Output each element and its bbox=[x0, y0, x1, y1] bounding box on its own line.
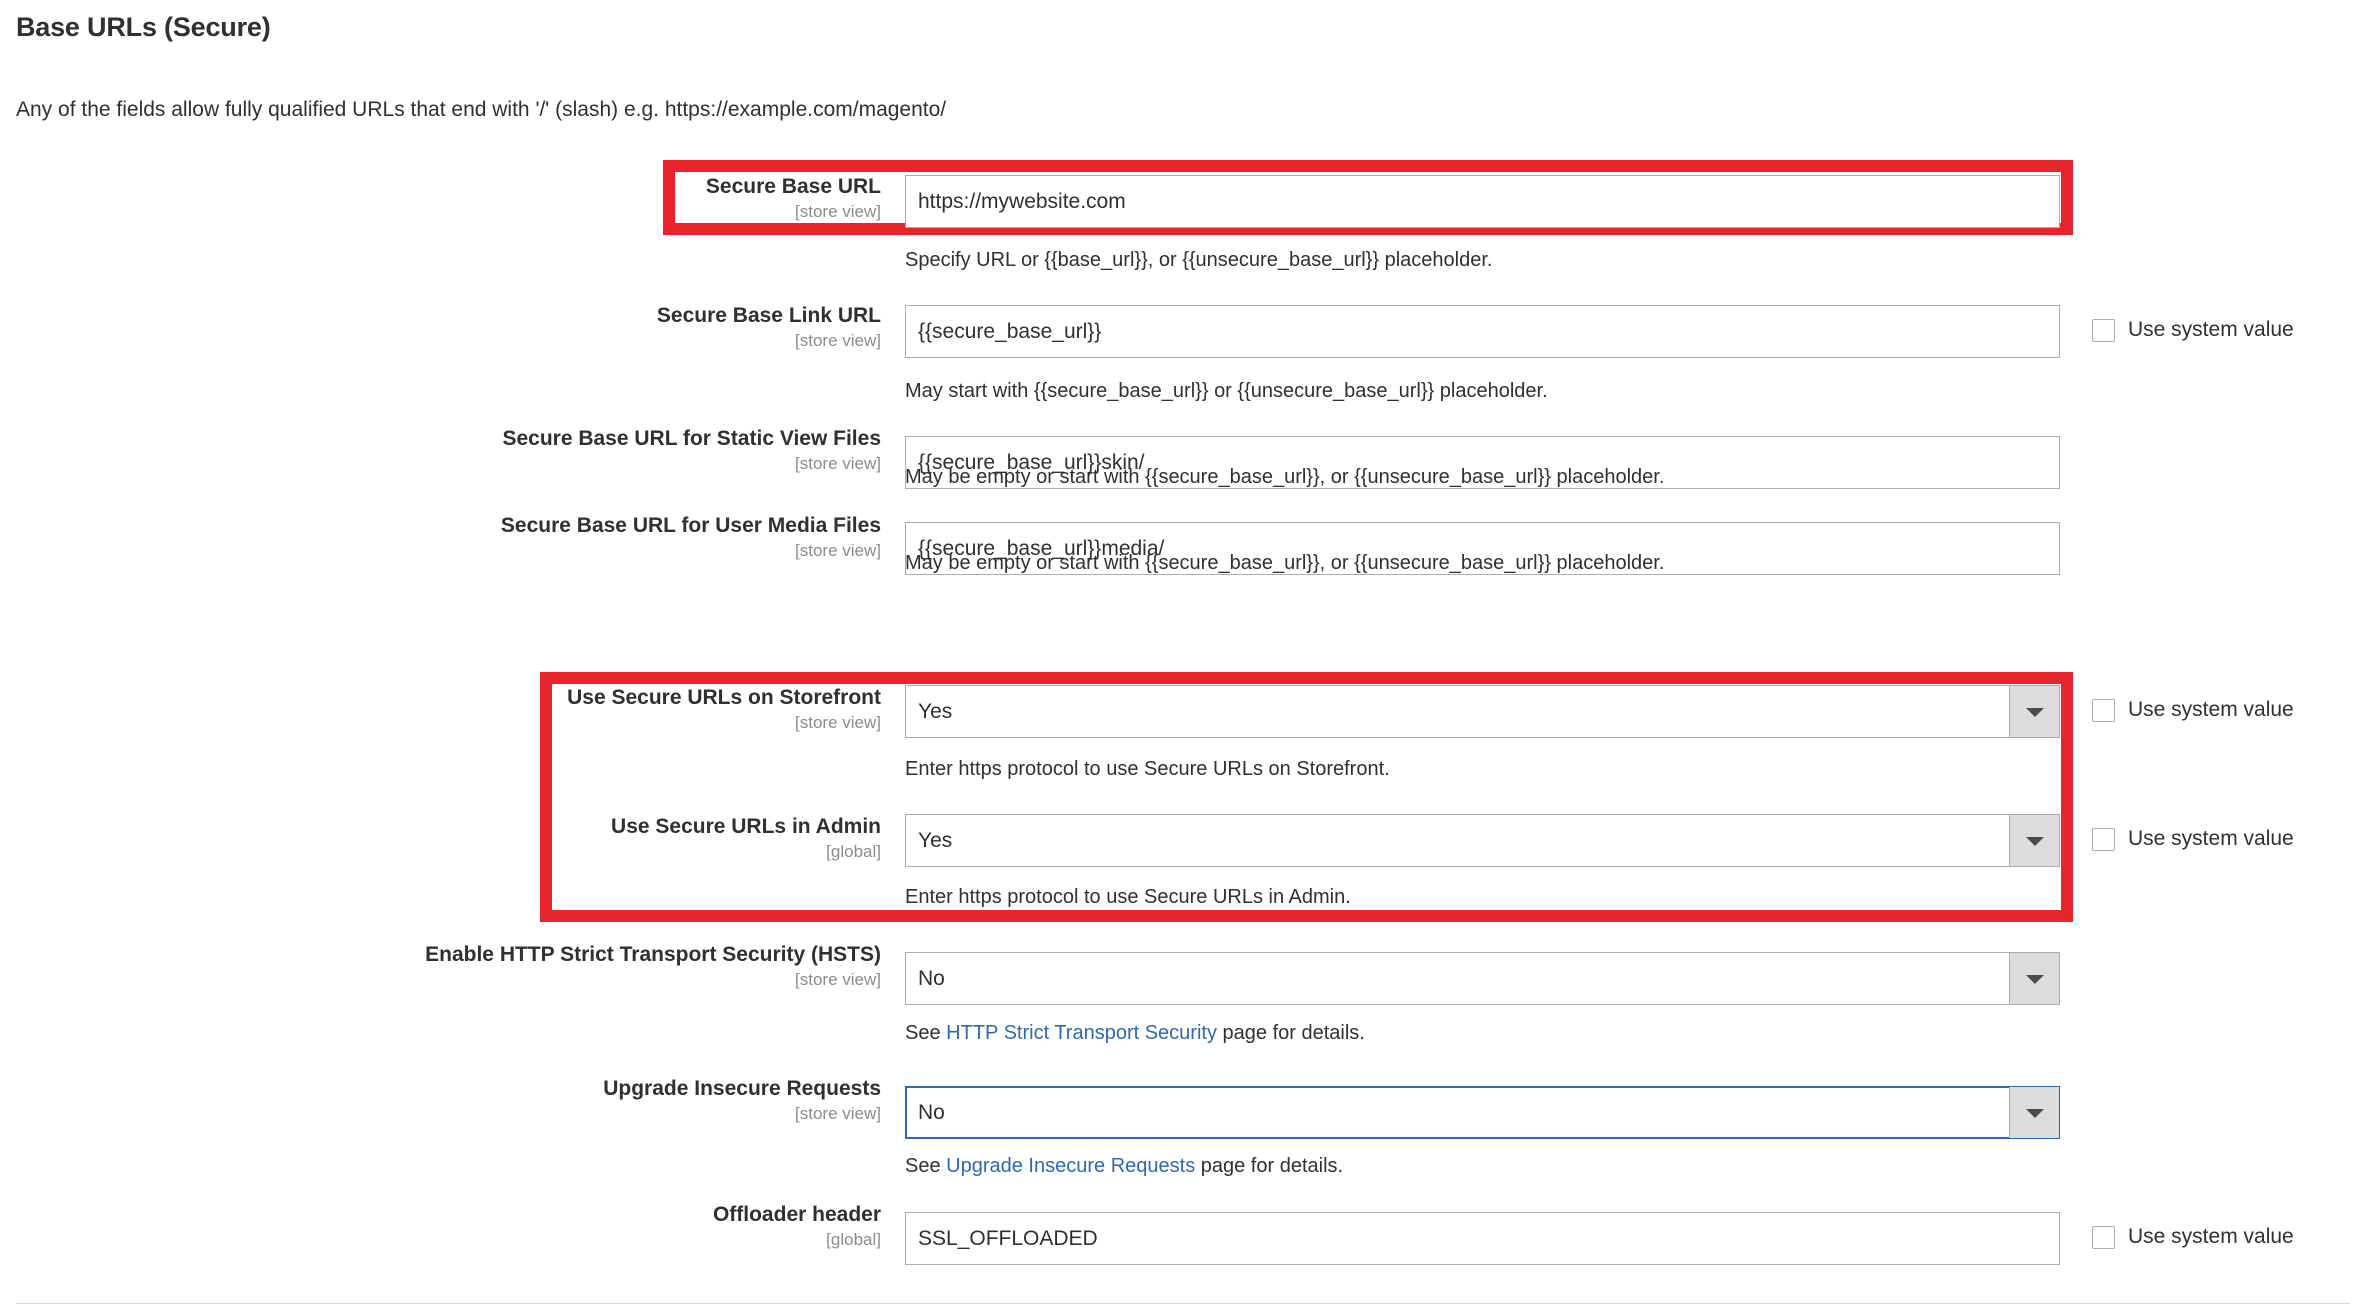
field-label-text: Secure Base URL for Static View Files bbox=[0, 426, 881, 452]
hint-text: May start with {{secure_base_url}} or {{… bbox=[905, 380, 1548, 402]
use-system-value-label: Use system value bbox=[2128, 698, 2294, 722]
field-label-offloader-header: Offloader header[global] bbox=[0, 1202, 881, 1251]
use-system-value-label: Use system value bbox=[2128, 1225, 2294, 1249]
use-system-value-secure-base-link-url[interactable]: Use system value bbox=[2092, 318, 2294, 342]
field-label-secure-base-url: Secure Base URL[store view] bbox=[0, 174, 881, 223]
hint-text: Enter https protocol to use Secure URLs … bbox=[905, 886, 1351, 908]
field-hint-secure-base-link-url: May start with {{secure_base_url}} or {{… bbox=[905, 380, 1548, 403]
field-label-secure-base-link-url: Secure Base Link URL[store view] bbox=[0, 303, 881, 352]
hint-text: May be empty or start with {{secure_base… bbox=[905, 466, 1664, 488]
checkbox-use-system-value[interactable] bbox=[2092, 319, 2115, 342]
field-label-secure-base-url-static-view-files: Secure Base URL for Static View Files[st… bbox=[0, 426, 881, 475]
chevron-down-icon[interactable] bbox=[2009, 1087, 2059, 1138]
field-label-text: Offloader header bbox=[0, 1202, 881, 1228]
field-control-upgrade-insecure-requests: No bbox=[905, 1086, 2060, 1139]
input-secure-base-url[interactable] bbox=[905, 175, 2060, 228]
use-system-value-use-secure-urls-on-storefront[interactable]: Use system value bbox=[2092, 698, 2294, 722]
hint-text: Enter https protocol to use Secure URLs … bbox=[905, 758, 1390, 780]
hint-text: Specify URL or {{base_url}}, or {{unsecu… bbox=[905, 249, 1492, 271]
field-hint-secure-base-url: Specify URL or {{base_url}}, or {{unsecu… bbox=[905, 249, 1492, 272]
field-hint-enable-hsts: See HTTP Strict Transport Security page … bbox=[905, 1022, 1365, 1045]
field-label-use-secure-urls-in-admin: Use Secure URLs in Admin[global] bbox=[0, 814, 881, 863]
field-label-text: Use Secure URLs in Admin bbox=[0, 814, 881, 840]
chevron-down-icon[interactable] bbox=[2009, 815, 2059, 866]
field-label-enable-hsts: Enable HTTP Strict Transport Security (H… bbox=[0, 942, 881, 991]
select-upgrade-insecure-requests[interactable]: No bbox=[905, 1086, 2060, 1139]
field-label-text: Enable HTTP Strict Transport Security (H… bbox=[0, 942, 881, 968]
field-control-enable-hsts: No bbox=[905, 952, 2060, 1005]
settings-page: Base URLs (Secure) Any of the fields all… bbox=[0, 0, 2366, 1316]
field-scope-text: [store view] bbox=[0, 452, 881, 475]
select-value-text: Yes bbox=[918, 686, 952, 737]
hint-text-before: See bbox=[905, 1155, 946, 1177]
field-control-use-secure-urls-on-storefront: Yes bbox=[905, 685, 2060, 738]
field-hint-use-secure-urls-in-admin: Enter https protocol to use Secure URLs … bbox=[905, 886, 1351, 909]
hint-text-before: See bbox=[905, 1022, 946, 1044]
use-system-value-label: Use system value bbox=[2128, 827, 2294, 851]
page-title: Base URLs (Secure) bbox=[16, 12, 271, 43]
field-hint-upgrade-insecure-requests: See Upgrade Insecure Requests page for d… bbox=[905, 1155, 1343, 1178]
field-scope-text: [store view] bbox=[0, 968, 881, 991]
hint-text-after: page for details. bbox=[1195, 1155, 1343, 1177]
section-divider bbox=[16, 1303, 2350, 1304]
field-label-secure-base-url-user-media-files: Secure Base URL for User Media Files[sto… bbox=[0, 513, 881, 562]
checkbox-use-system-value[interactable] bbox=[2092, 828, 2115, 851]
field-scope-text: [global] bbox=[0, 1228, 881, 1251]
field-hint-use-secure-urls-on-storefront: Enter https protocol to use Secure URLs … bbox=[905, 758, 1390, 781]
hint-link-upgrade-insecure-requests[interactable]: Upgrade Insecure Requests bbox=[946, 1155, 1195, 1177]
chevron-down-icon[interactable] bbox=[2009, 686, 2059, 737]
checkbox-use-system-value[interactable] bbox=[2092, 699, 2115, 722]
hint-text-after: page for details. bbox=[1217, 1022, 1365, 1044]
input-offloader-header[interactable] bbox=[905, 1212, 2060, 1265]
use-system-value-offloader-header[interactable]: Use system value bbox=[2092, 1225, 2294, 1249]
field-label-text: Upgrade Insecure Requests bbox=[0, 1076, 881, 1102]
field-control-use-secure-urls-in-admin: Yes bbox=[905, 814, 2060, 867]
field-label-text: Use Secure URLs on Storefront bbox=[0, 685, 881, 711]
use-system-value-label: Use system value bbox=[2128, 318, 2294, 342]
field-control-offloader-header bbox=[905, 1212, 2060, 1265]
hint-text: May be empty or start with {{secure_base… bbox=[905, 552, 1664, 574]
field-control-secure-base-link-url bbox=[905, 305, 2060, 358]
checkbox-use-system-value[interactable] bbox=[2092, 1226, 2115, 1249]
select-value-text: No bbox=[918, 1087, 945, 1138]
field-scope-text: [store view] bbox=[0, 539, 881, 562]
field-label-text: Secure Base Link URL bbox=[0, 303, 881, 329]
field-scope-text: [store view] bbox=[0, 200, 881, 223]
field-scope-text: [store view] bbox=[0, 711, 881, 734]
field-hint-secure-base-url-static-view-files: May be empty or start with {{secure_base… bbox=[905, 466, 1664, 489]
section-description: Any of the fields allow fully qualified … bbox=[16, 98, 946, 122]
hint-link-enable-hsts[interactable]: HTTP Strict Transport Security bbox=[946, 1022, 1217, 1044]
use-system-value-use-secure-urls-in-admin[interactable]: Use system value bbox=[2092, 827, 2294, 851]
field-label-use-secure-urls-on-storefront: Use Secure URLs on Storefront[store view… bbox=[0, 685, 881, 734]
field-scope-text: [global] bbox=[0, 840, 881, 863]
chevron-down-icon[interactable] bbox=[2009, 953, 2059, 1004]
select-value-text: No bbox=[918, 953, 945, 1004]
field-hint-secure-base-url-user-media-files: May be empty or start with {{secure_base… bbox=[905, 552, 1664, 575]
select-use-secure-urls-on-storefront[interactable]: Yes bbox=[905, 685, 2060, 738]
select-use-secure-urls-in-admin[interactable]: Yes bbox=[905, 814, 2060, 867]
field-scope-text: [store view] bbox=[0, 1102, 881, 1125]
field-label-text: Secure Base URL bbox=[0, 174, 881, 200]
field-scope-text: [store view] bbox=[0, 329, 881, 352]
field-control-secure-base-url bbox=[905, 175, 2060, 228]
select-enable-hsts[interactable]: No bbox=[905, 952, 2060, 1005]
input-secure-base-link-url[interactable] bbox=[905, 305, 2060, 358]
field-label-text: Secure Base URL for User Media Files bbox=[0, 513, 881, 539]
select-value-text: Yes bbox=[918, 815, 952, 866]
field-label-upgrade-insecure-requests: Upgrade Insecure Requests[store view] bbox=[0, 1076, 881, 1125]
